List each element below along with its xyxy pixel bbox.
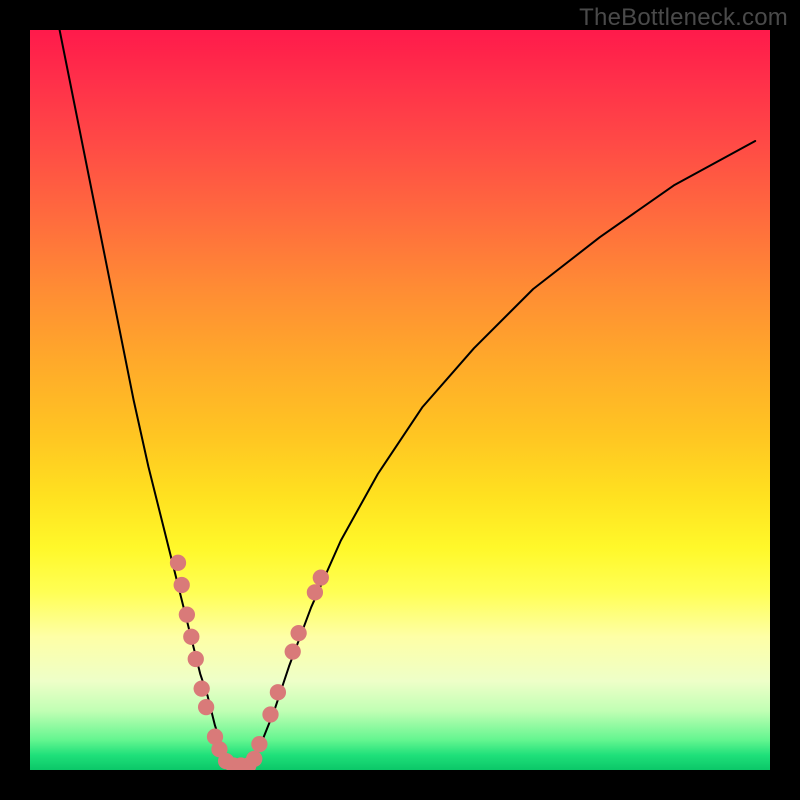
curve-layer (60, 30, 756, 766)
sample-point-marker (290, 625, 306, 641)
sample-point-marker (174, 577, 190, 593)
sample-point-marker (179, 606, 195, 622)
watermark-text: TheBottleneck.com (579, 4, 788, 32)
sample-point-marker (262, 706, 278, 722)
chart-frame: TheBottleneck.com (0, 0, 800, 800)
marker-layer (170, 555, 329, 770)
sample-point-marker (270, 684, 286, 700)
sample-point-marker (307, 584, 323, 600)
plot-area (30, 30, 770, 770)
sample-point-marker (251, 736, 267, 752)
sample-point-marker (194, 680, 210, 696)
sample-point-marker (198, 699, 214, 715)
sample-point-marker (188, 651, 204, 667)
bottleneck-curve (60, 30, 756, 766)
sample-point-marker (246, 751, 262, 767)
sample-point-marker (183, 629, 199, 645)
chart-svg (30, 30, 770, 770)
sample-point-marker (170, 555, 186, 571)
sample-point-marker (313, 569, 329, 585)
sample-point-marker (285, 643, 301, 659)
